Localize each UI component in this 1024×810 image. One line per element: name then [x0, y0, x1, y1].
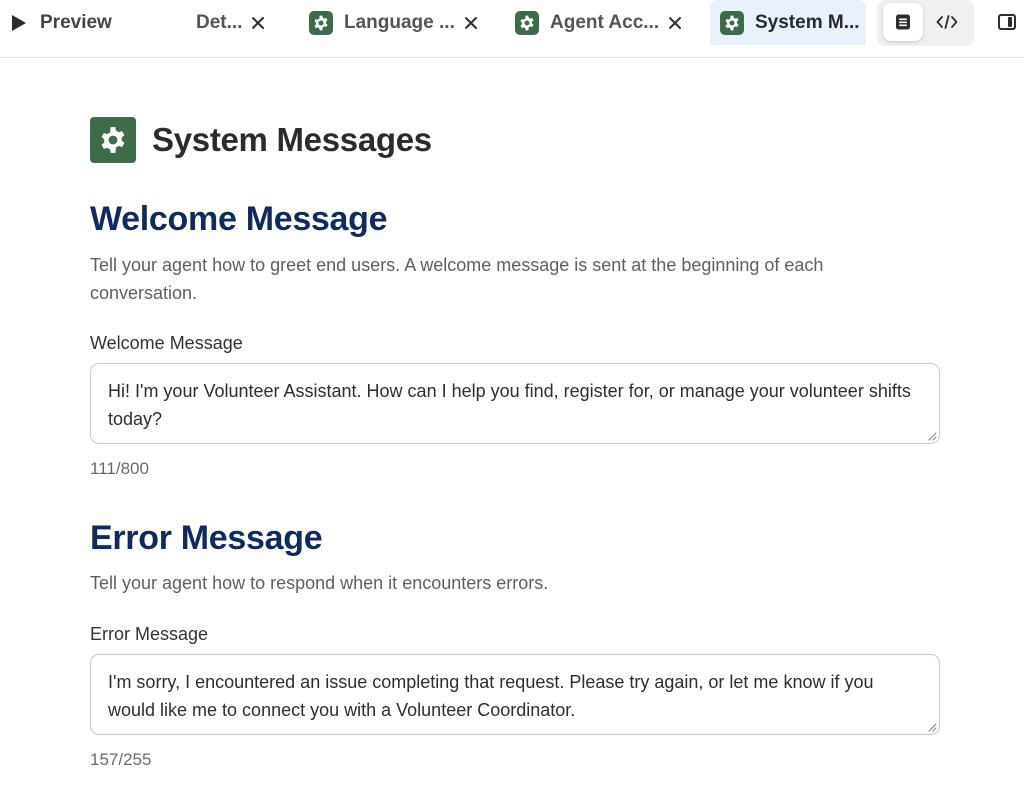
tab-language[interactable]: Language ...	[309, 0, 478, 45]
gear-icon	[720, 10, 744, 35]
code-view-icon	[936, 15, 958, 29]
resize-grip-icon[interactable]	[927, 431, 937, 441]
tab-label: Agent Acc...	[550, 11, 660, 33]
document-view-button[interactable]	[883, 3, 923, 41]
error-char-counter: 157/255	[90, 750, 152, 769]
gear-icon	[515, 10, 539, 35]
tab-system-messages[interactable]: System M...	[710, 0, 866, 45]
close-icon[interactable]	[668, 16, 682, 30]
page-gear-icon	[90, 117, 136, 163]
tab-label: Language ...	[344, 11, 455, 33]
error-section-description: Tell your agent how to respond when it e…	[90, 573, 549, 593]
preview-label: Preview	[40, 11, 112, 33]
tab-label: Det...	[196, 11, 243, 33]
tab-agent-access[interactable]: Agent Acc...	[515, 0, 682, 45]
error-message-input[interactable]: I'm sorry, I encountered an issue comple…	[90, 654, 940, 735]
welcome-field-label: Welcome Message	[90, 333, 243, 353]
side-panel-toggle-icon[interactable]	[998, 14, 1016, 30]
tab-bar: Preview Det... Language ... Agent Acc...…	[0, 0, 1024, 58]
view-toggle	[877, 0, 974, 46]
tab-label: System M...	[755, 11, 860, 33]
welcome-message-input[interactable]: Hi! I'm your Volunteer Assistant. How ca…	[90, 363, 940, 444]
code-view-button[interactable]	[927, 3, 967, 41]
close-icon[interactable]	[464, 16, 478, 30]
error-section-title: Error Message	[90, 519, 323, 557]
welcome-section-title: Welcome Message	[90, 200, 388, 238]
play-icon	[12, 14, 26, 31]
document-view-icon	[896, 14, 910, 30]
welcome-section-description: Tell your agent how to greet end users. …	[90, 255, 824, 303]
close-icon[interactable]	[251, 16, 265, 30]
page-title: System Messages	[152, 121, 432, 158]
error-field-label: Error Message	[90, 624, 209, 644]
tab-details[interactable]: Det...	[196, 0, 265, 45]
preview-button[interactable]: Preview	[12, 0, 112, 45]
resize-grip-icon[interactable]	[927, 722, 937, 732]
gear-icon	[309, 10, 333, 35]
welcome-char-counter: 111/800	[90, 459, 149, 478]
